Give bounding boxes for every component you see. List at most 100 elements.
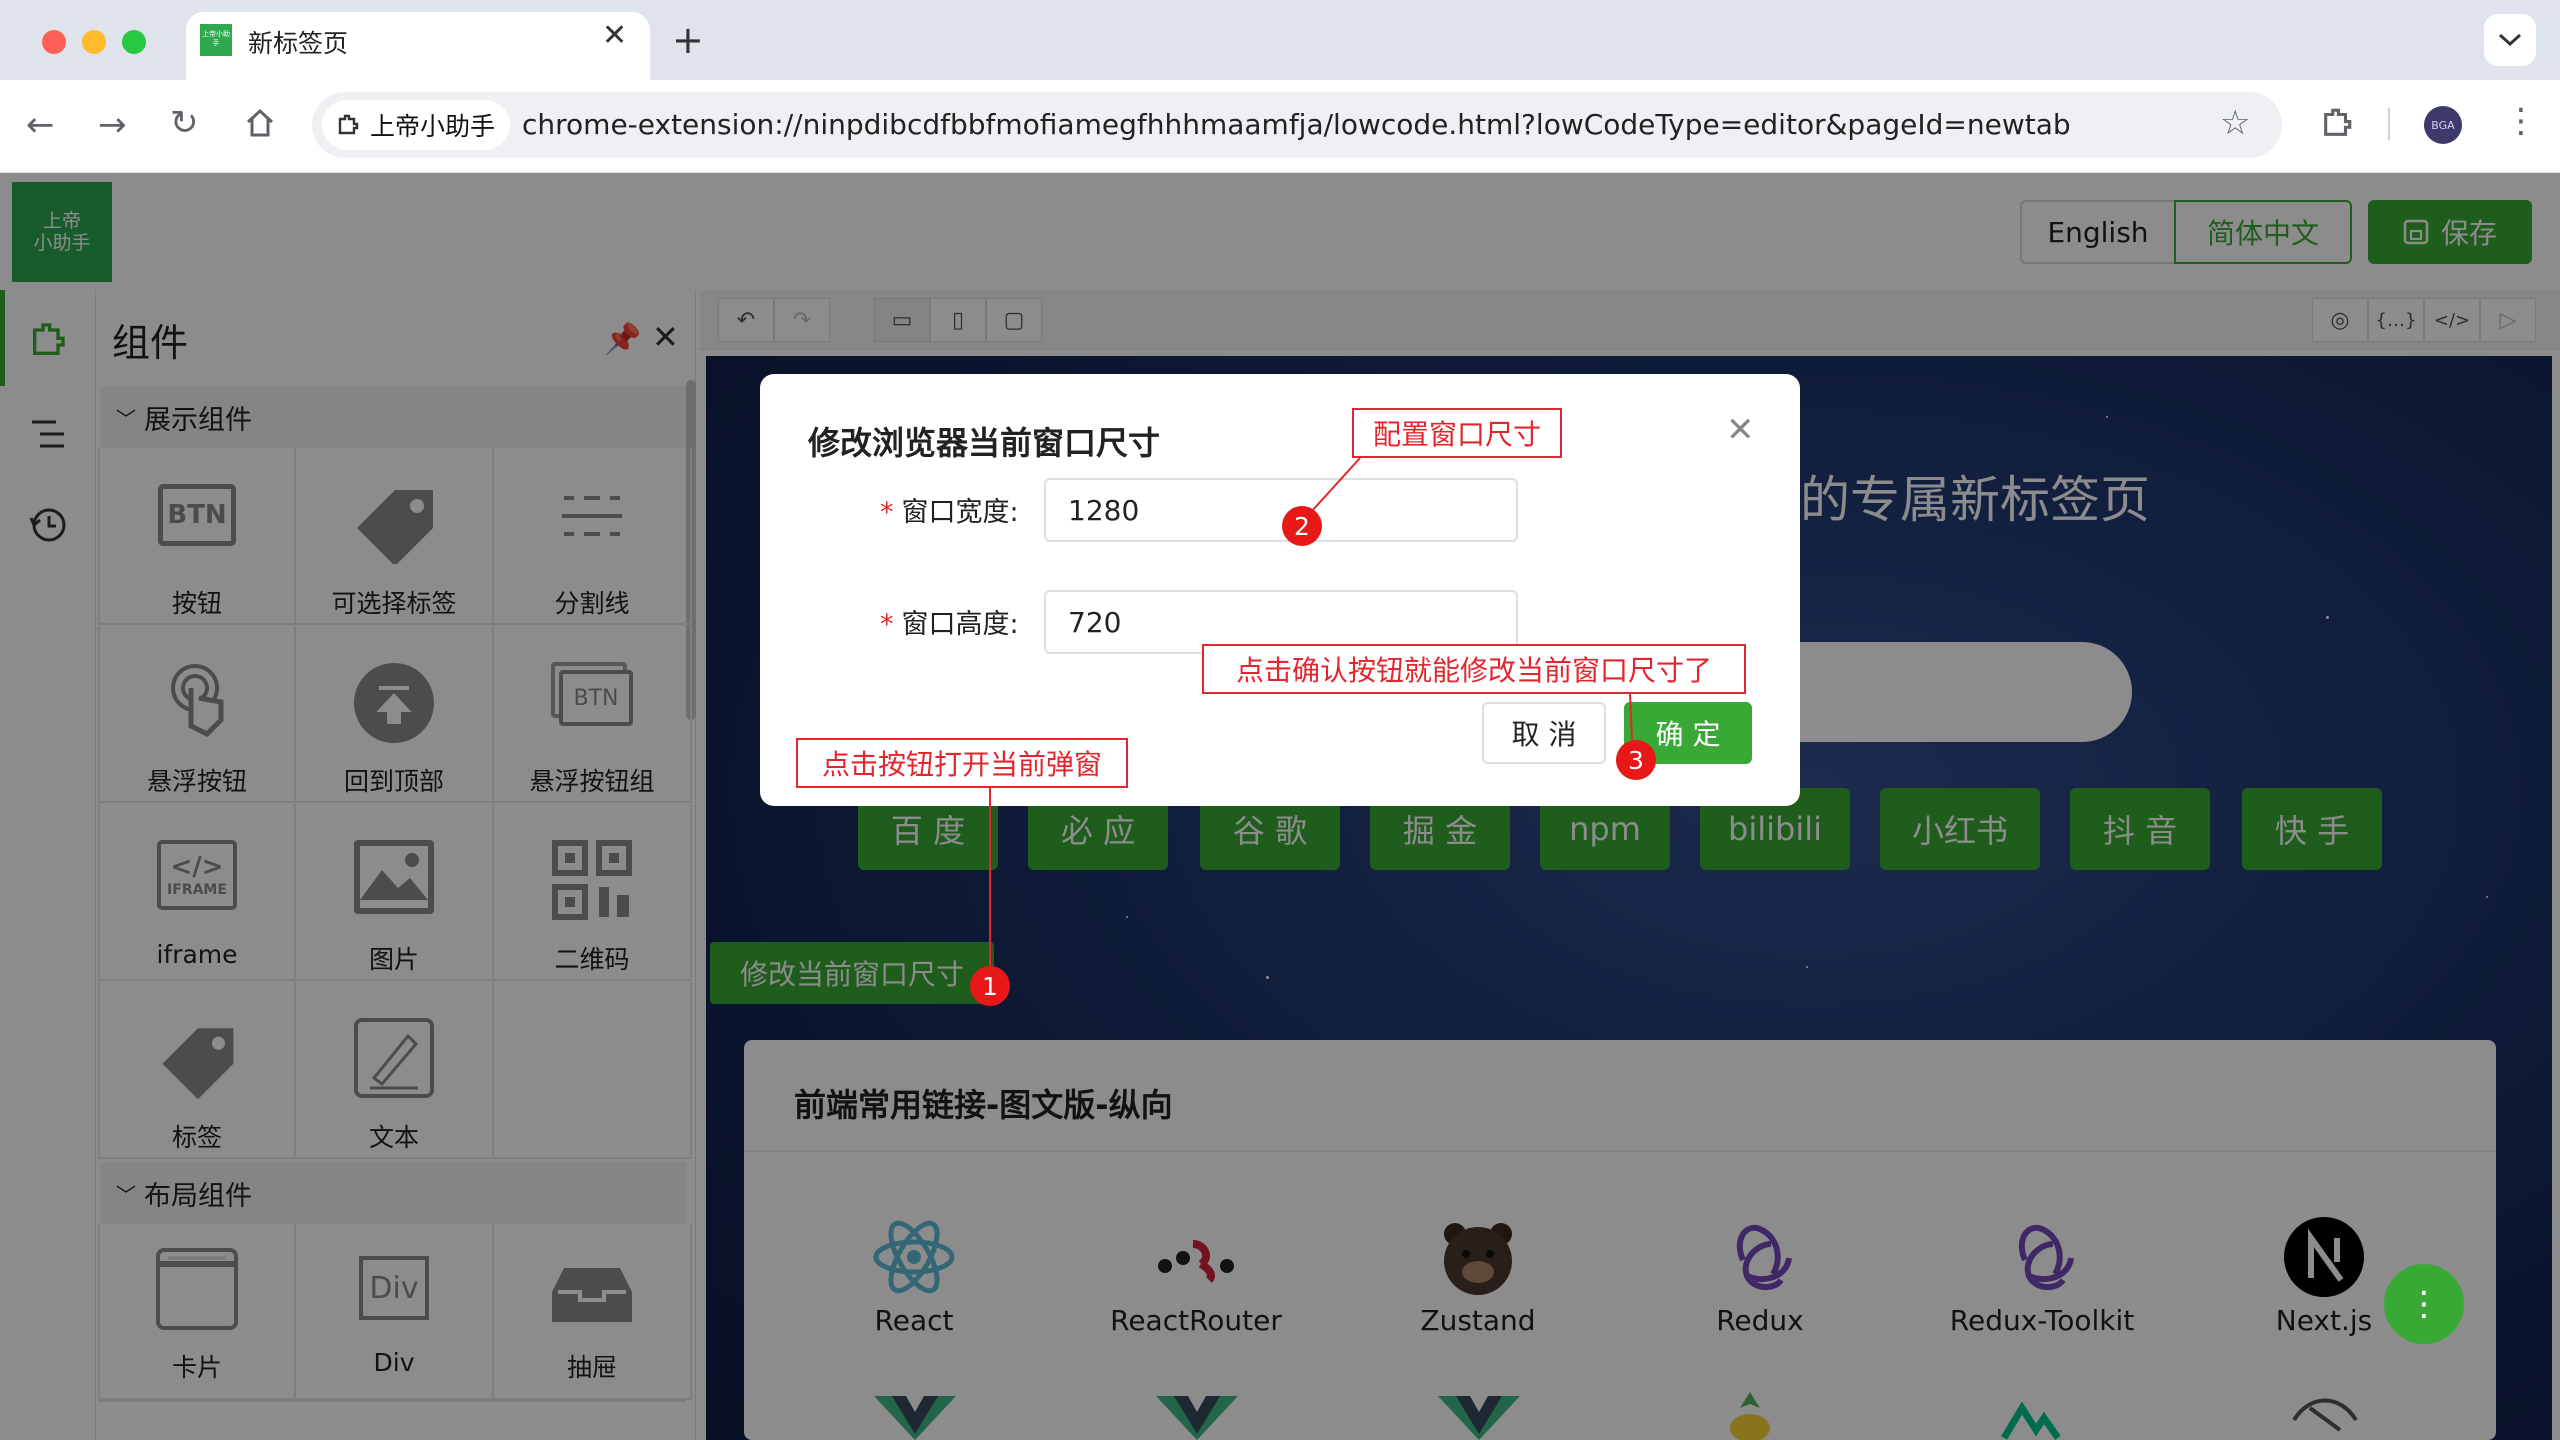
component-text[interactable]: 文本 <box>296 982 494 1159</box>
div-icon: Div <box>359 1256 429 1320</box>
desktop-view-icon[interactable]: ▭ <box>874 298 930 342</box>
save-label: 保存 <box>2440 217 2497 250</box>
section-display-label: 展示组件 <box>144 404 252 436</box>
new-tab-icon[interactable]: + <box>672 18 704 62</box>
site-chip-label: 上帝小助手 <box>370 112 496 141</box>
lang-english-button[interactable]: English <box>2020 200 2176 264</box>
component-label: 文本 <box>368 1123 419 1152</box>
vue-icon <box>1156 1396 1238 1440</box>
maximize-window-button[interactable] <box>122 30 146 54</box>
history-tab-icon[interactable] <box>28 504 68 548</box>
reload-icon[interactable]: ↻ <box>170 106 199 140</box>
pin-icon[interactable]: 📌 <box>604 322 641 357</box>
bookmark-star-icon[interactable]: ☆ <box>2220 106 2250 140</box>
component-label: 回到顶部 <box>343 767 444 796</box>
component-selectable-tag[interactable]: 可选择标签 <box>296 448 494 625</box>
back-icon[interactable]: ← <box>26 108 55 142</box>
dialog-close-icon[interactable]: ✕ <box>1726 410 1755 450</box>
logo-line-1: 上帝 <box>42 210 81 232</box>
step-marker-1: 1 <box>970 966 1010 1006</box>
section-layout-header[interactable]: ﹀ 布局组件 <box>100 1162 686 1224</box>
close-tab-icon[interactable]: ✕ <box>602 18 627 53</box>
link-redux-toolkit[interactable]: Redux-Toolkit <box>1932 1210 2152 1337</box>
height-label: * 窗口高度: <box>880 609 1019 640</box>
home-icon[interactable] <box>244 108 276 142</box>
link-zustand[interactable]: Zustand <box>1368 1210 1588 1337</box>
vue-icon <box>874 1396 956 1440</box>
tab-strip: 上帝小助手 新标签页 ✕ + <box>0 0 2560 80</box>
back-top-icon <box>354 663 434 743</box>
link-label: Zustand <box>1420 1304 1536 1337</box>
tag-icon <box>357 490 433 564</box>
forward-icon[interactable]: → <box>98 108 127 142</box>
mobile-view-icon[interactable]: ▯ <box>930 298 986 342</box>
component-card[interactable]: 卡片 <box>98 1224 296 1400</box>
reactrouter-icon <box>1158 1240 1234 1283</box>
left-icon-bar <box>0 290 96 1440</box>
link-reactrouter[interactable]: ReactRouter <box>1086 1210 1306 1337</box>
component-label-tag[interactable]: 标签 <box>98 982 296 1159</box>
link-label: Redux <box>1716 1304 1804 1337</box>
touch-icon <box>171 664 224 738</box>
floating-action-button[interactable]: ⋮ <box>2384 1264 2464 1344</box>
pinia-icon <box>1730 1392 1770 1440</box>
quicklink-xiaohongshu[interactable]: 小红书 <box>1880 788 2040 870</box>
chevron-down-icon <box>2498 33 2522 47</box>
save-button[interactable]: 保存 <box>2368 200 2532 264</box>
close-window-button[interactable] <box>42 30 66 54</box>
site-chip[interactable]: 上帝小助手 <box>322 100 510 150</box>
close-panel-icon[interactable]: ✕ <box>652 318 679 356</box>
profile-avatar[interactable]: BGA <box>2424 106 2462 144</box>
component-label: iframe <box>156 940 238 969</box>
tab-search-button[interactable] <box>2484 14 2536 66</box>
btn-group-icon: BTN <box>551 662 633 726</box>
component-divider[interactable]: 分割线 <box>494 448 692 625</box>
card-icon <box>156 1248 238 1330</box>
component-float-button-group[interactable]: BTN 悬浮按钮组 <box>494 626 692 803</box>
component-button[interactable]: BTN 按钮 <box>98 448 296 625</box>
section-display-header[interactable]: ﹀ 展示组件 <box>100 386 686 448</box>
iframe-icon: </> IFRAME <box>157 840 237 910</box>
component-label: Div <box>373 1348 415 1377</box>
link-react[interactable]: React <box>804 1210 1024 1337</box>
component-div[interactable]: Div Div <box>296 1224 494 1400</box>
nextjs-icon <box>2284 1217 2364 1297</box>
cancel-button[interactable]: 取 消 <box>1482 702 1606 764</box>
lang-chinese-button[interactable]: 简体中文 <box>2174 200 2352 264</box>
zustand-icon <box>1444 1223 1512 1295</box>
preview-icon[interactable]: ▷ <box>2480 298 2536 342</box>
redux-icon <box>1736 1224 1792 1290</box>
component-qrcode[interactable]: 二维码 <box>494 804 692 981</box>
image-icon <box>354 840 434 914</box>
minimize-window-button[interactable] <box>82 30 106 54</box>
components-tab-icon[interactable] <box>28 320 68 364</box>
component-image[interactable]: 图片 <box>296 804 494 981</box>
tab-newtab[interactable]: 上帝小助手 新标签页 ✕ <box>186 12 650 80</box>
url-text[interactable]: chrome-extension://ninpdibcdfbbfmofiameg… <box>522 108 2071 141</box>
tablet-view-icon[interactable]: ▢ <box>986 298 1042 342</box>
component-empty-cell <box>494 982 692 1159</box>
outline-tab-icon[interactable] <box>28 414 68 458</box>
dialog-title: 修改浏览器当前窗口尺寸 <box>808 424 1161 462</box>
panel-overflow-row <box>98 1400 686 1440</box>
code-icon[interactable]: </> <box>2424 298 2480 342</box>
component-drawer[interactable]: 抽屉 <box>494 1224 692 1400</box>
quicklink-douyin[interactable]: 抖 音 <box>2070 788 2210 870</box>
theme-icon[interactable]: ◎ <box>2312 298 2368 342</box>
component-back-top[interactable]: 回到顶部 <box>296 626 494 803</box>
text-icon <box>354 1018 434 1098</box>
link-redux[interactable]: Redux <box>1650 1210 1870 1337</box>
json-icon[interactable]: {…} <box>2368 298 2424 342</box>
browser-menu-icon[interactable]: ⋮ <box>2504 104 2538 138</box>
resize-window-button[interactable]: 修改当前窗口尺寸 <box>710 942 994 1004</box>
quicklink-kuaishou[interactable]: 快 手 <box>2242 788 2382 870</box>
component-label: 悬浮按钮 <box>146 767 247 796</box>
component-label: 可选择标签 <box>331 589 457 618</box>
component-float-button[interactable]: 悬浮按钮 <box>98 626 296 803</box>
redux-toolkit-icon <box>2018 1224 2074 1290</box>
extensions-icon[interactable] <box>2320 106 2354 144</box>
undo-icon[interactable]: ↶ <box>718 298 774 342</box>
redo-icon[interactable]: ↷ <box>774 298 830 342</box>
component-iframe[interactable]: </> IFRAME iframe <box>98 804 296 981</box>
width-input[interactable]: 1280 <box>1044 478 1518 542</box>
